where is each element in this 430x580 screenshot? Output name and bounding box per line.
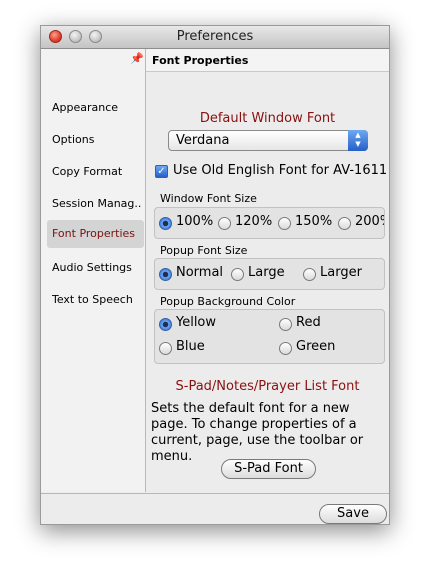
radio-label: Red bbox=[296, 315, 321, 330]
default-font-value: Verdana bbox=[176, 133, 230, 148]
sidebar-item-copy-format[interactable]: Copy Format bbox=[52, 165, 122, 178]
sidebar-item-appearance[interactable]: Appearance bbox=[52, 101, 118, 114]
radio-bg-green[interactable] bbox=[279, 342, 292, 355]
radio-popup-size-large[interactable] bbox=[231, 268, 244, 281]
radio-label: 200% bbox=[355, 214, 384, 229]
radio-label: Large bbox=[248, 265, 285, 280]
footer-divider bbox=[41, 493, 389, 494]
radio-popup-size-larger[interactable] bbox=[303, 268, 316, 281]
window-title: Preferences bbox=[176, 29, 254, 44]
radio-label: 100% bbox=[176, 214, 214, 229]
radio-window-size-150[interactable] bbox=[278, 217, 291, 230]
sidebar: 📌 Appearance Options Copy Format Session… bbox=[41, 49, 146, 492]
popup-font-size-title: Popup Font Size bbox=[160, 244, 248, 257]
spad-font-description: Sets the default font for a new page. To… bbox=[151, 401, 364, 464]
window-font-size-title: Window Font Size bbox=[160, 192, 257, 205]
radio-window-size-100[interactable] bbox=[159, 217, 172, 230]
spad-font-title: S-Pad/Notes/Prayer List Font bbox=[175, 379, 360, 394]
radio-label: Blue bbox=[176, 339, 205, 354]
radio-label: 150% bbox=[295, 214, 333, 229]
sidebar-item-session-manager[interactable]: Session Manag.. bbox=[52, 197, 141, 210]
radio-window-size-120[interactable] bbox=[218, 217, 231, 230]
save-button[interactable]: Save bbox=[319, 504, 387, 524]
sidebar-item-audio-settings[interactable]: Audio Settings bbox=[52, 261, 132, 274]
default-font-title: Default Window Font bbox=[199, 111, 336, 126]
popup-font-size-group: Normal Large Larger bbox=[154, 258, 385, 290]
popup-bg-color-group: Yellow Red Blue Green bbox=[154, 309, 385, 364]
radio-window-size-200[interactable] bbox=[338, 217, 351, 230]
default-font-select[interactable]: Verdana ▲ ▼ bbox=[168, 130, 368, 151]
title-bar[interactable]: Preferences bbox=[41, 26, 389, 49]
window-font-size-group: 100% 120% 150% 200% bbox=[154, 207, 385, 239]
radio-bg-red[interactable] bbox=[279, 318, 292, 331]
radio-popup-size-normal[interactable] bbox=[159, 268, 172, 281]
font-properties-panel: Font Properties Default Window Font Verd… bbox=[146, 49, 389, 492]
radio-label: Yellow bbox=[176, 315, 217, 330]
panel-header: Font Properties bbox=[146, 49, 389, 72]
sidebar-item-text-to-speech[interactable]: Text to Speech bbox=[52, 293, 133, 306]
old-english-checkbox-label: Use Old English Font for AV-1611 bbox=[173, 163, 388, 178]
spad-font-button[interactable]: S-Pad Font bbox=[221, 459, 316, 479]
radio-label: Larger bbox=[320, 265, 362, 280]
radio-bg-yellow[interactable] bbox=[159, 318, 172, 331]
radio-label: 120% bbox=[235, 214, 273, 229]
radio-label: Green bbox=[296, 339, 336, 354]
sidebar-item-font-properties[interactable]: Font Properties bbox=[47, 220, 144, 248]
chevron-updown-icon: ▲ ▼ bbox=[348, 130, 368, 151]
pin-icon[interactable]: 📌 bbox=[130, 52, 144, 65]
sidebar-item-options[interactable]: Options bbox=[52, 133, 94, 146]
popup-bg-color-title: Popup Background Color bbox=[160, 295, 296, 308]
preferences-window: Preferences 📌 Appearance Options Copy Fo… bbox=[40, 25, 390, 525]
radio-label: Normal bbox=[176, 265, 224, 280]
radio-bg-blue[interactable] bbox=[159, 342, 172, 355]
checkmark-icon: ✓ bbox=[157, 166, 166, 177]
old-english-checkbox[interactable]: ✓ bbox=[155, 165, 168, 178]
